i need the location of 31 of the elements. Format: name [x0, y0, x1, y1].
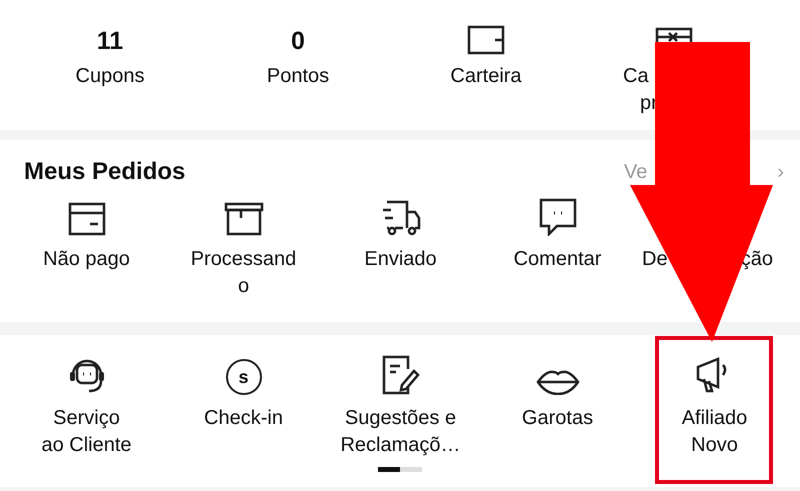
order-status-label[interactable]: Comentar [514, 246, 602, 273]
service-label[interactable]: Novo [691, 432, 738, 459]
ticket-icon [655, 27, 693, 44]
item-label[interactable]: Cupons [76, 63, 144, 90]
box-icon [224, 202, 264, 236]
item-label[interactable]: Carteira [450, 63, 522, 90]
item-label[interactable]: pr [580, 90, 658, 117]
lips-icon [536, 369, 580, 395]
service-label[interactable]: ao Cliente [41, 432, 132, 459]
order-status-label[interactable]: Processand [190, 246, 296, 273]
note-icon [382, 355, 420, 395]
service-label[interactable]: Garotas [522, 405, 594, 432]
order-status-label[interactable]: Não pago [43, 246, 130, 273]
item-label[interactable]: Ca [580, 63, 649, 90]
wallet-icon [467, 25, 505, 55]
count-value: 0 [291, 27, 305, 55]
service-label[interactable]: Serviço [53, 405, 120, 432]
service-label[interactable]: Sugestões e [344, 405, 456, 432]
item-label[interactable]: Pontos [266, 63, 330, 90]
order-status-label[interactable]: De [642, 246, 668, 273]
service-label[interactable]: Check-in [204, 405, 283, 432]
service-label[interactable]: Reclamaçõ… [340, 432, 461, 459]
comment-icon [538, 198, 576, 236]
card-icon [68, 202, 106, 236]
order-status-label[interactable]: o [238, 273, 250, 300]
order-status-label[interactable]: Enviado [364, 246, 437, 273]
coin-icon: s [226, 359, 262, 395]
section-title: Meus Pedidos [24, 158, 186, 186]
count-value: 11 [96, 27, 124, 55]
service-label[interactable]: Afiliado [682, 405, 748, 432]
truck-icon [380, 200, 420, 236]
